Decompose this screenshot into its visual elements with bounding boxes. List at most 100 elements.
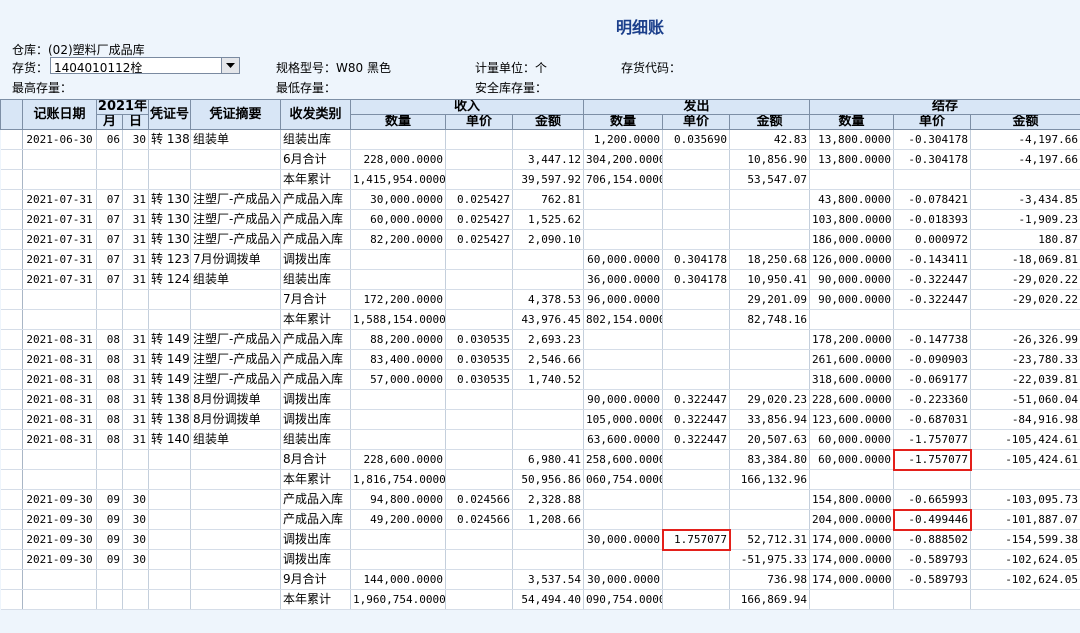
summary-cell xyxy=(190,509,281,530)
col-summary[interactable]: 凭证摘要 xyxy=(190,99,281,130)
col-outgo-qty[interactable]: 数量 xyxy=(583,114,664,130)
table-row[interactable]: 6月合计 228,000.0000 3,447.12 304,200.0000 10,8… xyxy=(0,149,1080,170)
income-amount-cell: 54,494.40 xyxy=(512,589,585,610)
col-balance-amount[interactable]: 金额 xyxy=(970,114,1080,130)
balance-price-cell: -0.687031 xyxy=(893,409,972,430)
row-selector[interactable] xyxy=(0,469,23,490)
table-row[interactable]: 2021-07-31 07 31 转 123 7月份调拨单 调拨出库 60,000.0000… xyxy=(0,249,1080,270)
income-qty-cell: 1,415,954.0000 xyxy=(350,169,446,190)
row-selector[interactable] xyxy=(0,149,23,170)
table-row[interactable]: 2021-07-31 07 31 转 130 注塑厂-产成品入 产成品入库 30,000.0… xyxy=(0,189,1080,210)
row-selector[interactable] xyxy=(0,409,23,430)
col-balance-qty[interactable]: 数量 xyxy=(809,114,895,130)
row-selector[interactable] xyxy=(0,249,23,270)
ledger-grid[interactable]: 记账日期 2021年 凭证号 凭证摘要 收发类别 收入 发出 结存 月 日 数量… xyxy=(0,99,1080,633)
outgo-qty-cell: 090,754.0000 xyxy=(583,589,664,610)
table-row[interactable]: 2021-07-31 07 31 转 130 注塑厂-产成品入 产成品入库 82,200.0… xyxy=(0,229,1080,250)
day-cell: 31 xyxy=(122,389,149,410)
voucher-cell: 转 130 xyxy=(148,189,191,210)
col-month[interactable]: 月 xyxy=(96,114,123,130)
inventory-select[interactable]: 1404010112栓 xyxy=(50,57,240,75)
row-selector[interactable] xyxy=(0,509,23,530)
table-row[interactable]: 2021-08-31 08 31 转 149 注塑厂-产成品入 产成品入库 83,400.0… xyxy=(0,349,1080,370)
table-row[interactable]: 7月合计 172,200.0000 4,378.53 96,000.0000 29,20… xyxy=(0,289,1080,310)
day-cell xyxy=(122,309,149,330)
inventory-select-value: 1404010112栓 xyxy=(54,61,143,75)
income-qty-cell: 88,200.0000 xyxy=(350,329,446,350)
col-date[interactable]: 记账日期 xyxy=(22,99,97,130)
row-selector[interactable] xyxy=(0,229,23,250)
row-selector[interactable] xyxy=(0,569,23,590)
row-selector[interactable] xyxy=(0,529,23,550)
income-price-cell xyxy=(445,469,513,490)
row-selector[interactable] xyxy=(0,449,23,470)
row-selector[interactable] xyxy=(0,309,23,330)
row-selector[interactable] xyxy=(0,289,23,310)
row-selector[interactable] xyxy=(0,549,23,570)
balance-qty-cell: 174,000.0000 xyxy=(809,529,895,550)
income-price-cell xyxy=(445,389,513,410)
balance-qty-cell: 154,800.0000 xyxy=(809,489,895,510)
month-cell: 07 xyxy=(96,229,123,250)
row-selector[interactable] xyxy=(0,269,23,290)
balance-price-cell: -0.147738 xyxy=(893,329,972,350)
table-row[interactable]: 2021-08-31 08 31 转 138 8月份调拨单 调拨出库 90,000.0000… xyxy=(0,389,1080,410)
row-selector[interactable] xyxy=(0,129,23,150)
row-selector-header[interactable] xyxy=(0,99,23,130)
table-row[interactable]: 2021-08-31 08 31 转 149 注塑厂-产成品入 产成品入库 88,200.0… xyxy=(0,329,1080,350)
category-cell: 8月合计 xyxy=(280,449,351,470)
row-selector[interactable] xyxy=(0,429,23,450)
row-selector[interactable] xyxy=(0,209,23,230)
table-row[interactable]: 2021-09-30 09 30 调拨出库 -51,975.33 174,000.0000… xyxy=(0,549,1080,570)
balance-amount-cell: -101,887.07 xyxy=(970,509,1080,530)
col-outgo-amount[interactable]: 金额 xyxy=(729,114,811,130)
table-row[interactable]: 本年累计 1,415,954.0000 39,597.92 706,154.0000 5… xyxy=(0,169,1080,190)
income-price-cell xyxy=(445,569,513,590)
col-category[interactable]: 收发类别 xyxy=(280,99,351,130)
summary-cell: 注塑厂-产成品入 xyxy=(190,329,281,350)
day-cell xyxy=(122,569,149,590)
income-price-cell: 0.030535 xyxy=(445,329,513,350)
chevron-down-icon[interactable] xyxy=(221,58,239,73)
table-row[interactable]: 2021-08-31 08 31 转 140 组装单 组装出库 63,600.0000 0.3… xyxy=(0,429,1080,450)
table-row[interactable]: 2021-08-31 08 31 转 149 注塑厂-产成品入 产成品入库 57,000.0… xyxy=(0,369,1080,390)
balance-qty-cell xyxy=(809,169,895,190)
voucher-cell xyxy=(148,469,191,490)
outgo-price-cell xyxy=(662,469,731,490)
table-row[interactable]: 9月合计 144,000.0000 3,537.54 30,000.0000 736.9… xyxy=(0,569,1080,590)
income-amount-cell: 1,740.52 xyxy=(512,369,585,390)
col-balance-price[interactable]: 单价 xyxy=(893,114,972,130)
row-selector[interactable] xyxy=(0,349,23,370)
row-selector[interactable] xyxy=(0,329,23,350)
table-row[interactable]: 2021-06-30 06 30 转 138 组装单 组装出库 1,200.0000 0.03… xyxy=(0,129,1080,150)
table-row[interactable]: 本年累计 1,960,754.0000 54,494.40 090,754.0000 1… xyxy=(0,589,1080,610)
row-selector[interactable] xyxy=(0,369,23,390)
col-income-qty[interactable]: 数量 xyxy=(350,114,446,130)
day-cell: 31 xyxy=(122,409,149,430)
row-selector[interactable] xyxy=(0,389,23,410)
col-voucher[interactable]: 凭证号 xyxy=(148,99,191,130)
outgo-amount-cell xyxy=(729,329,811,350)
table-row[interactable]: 本年累计 1,588,154.0000 43,976.45 802,154.0000 8… xyxy=(0,309,1080,330)
outgo-price-cell xyxy=(662,349,731,370)
table-row[interactable]: 2021-09-30 09 30 产成品入库 94,800.0000 0.024566 2,… xyxy=(0,489,1080,510)
row-selector[interactable] xyxy=(0,589,23,610)
col-outgo-price[interactable]: 单价 xyxy=(662,114,731,130)
outgo-price-cell xyxy=(662,449,731,470)
table-row[interactable]: 2021-09-30 09 30 调拨出库 30,000.0000 1.757077 52,… xyxy=(0,528,1080,551)
income-qty-cell xyxy=(350,409,446,430)
table-row[interactable]: 2021-07-31 07 31 转 130 注塑厂-产成品入 产成品入库 60,000.0… xyxy=(0,209,1080,230)
col-income-price[interactable]: 单价 xyxy=(445,114,513,130)
balance-qty-cell xyxy=(809,309,895,330)
col-day[interactable]: 日 xyxy=(122,114,149,130)
table-row[interactable]: 8月合计 228,600.0000 6,980.41 258,600.0000 83,3… xyxy=(0,448,1080,471)
row-selector[interactable] xyxy=(0,169,23,190)
balance-qty-cell: 103,800.0000 xyxy=(809,209,895,230)
row-selector[interactable] xyxy=(0,489,23,510)
col-income-amount[interactable]: 金额 xyxy=(511,114,585,130)
table-row[interactable]: 本年累计 1,816,754.0000 50,956.86 060,754.0000 1… xyxy=(0,469,1080,490)
row-selector[interactable] xyxy=(0,189,23,210)
table-row[interactable]: 2021-07-31 07 31 转 124 组装单 组装出库 36,000.0000 0.3… xyxy=(0,269,1080,290)
table-row[interactable]: 2021-08-31 08 31 转 138 8月份调拨单 调拨出库 105,000.000… xyxy=(0,409,1080,430)
table-row[interactable]: 2021-09-30 09 30 产成品入库 49,200.0000 0.024566 1,… xyxy=(0,508,1080,531)
